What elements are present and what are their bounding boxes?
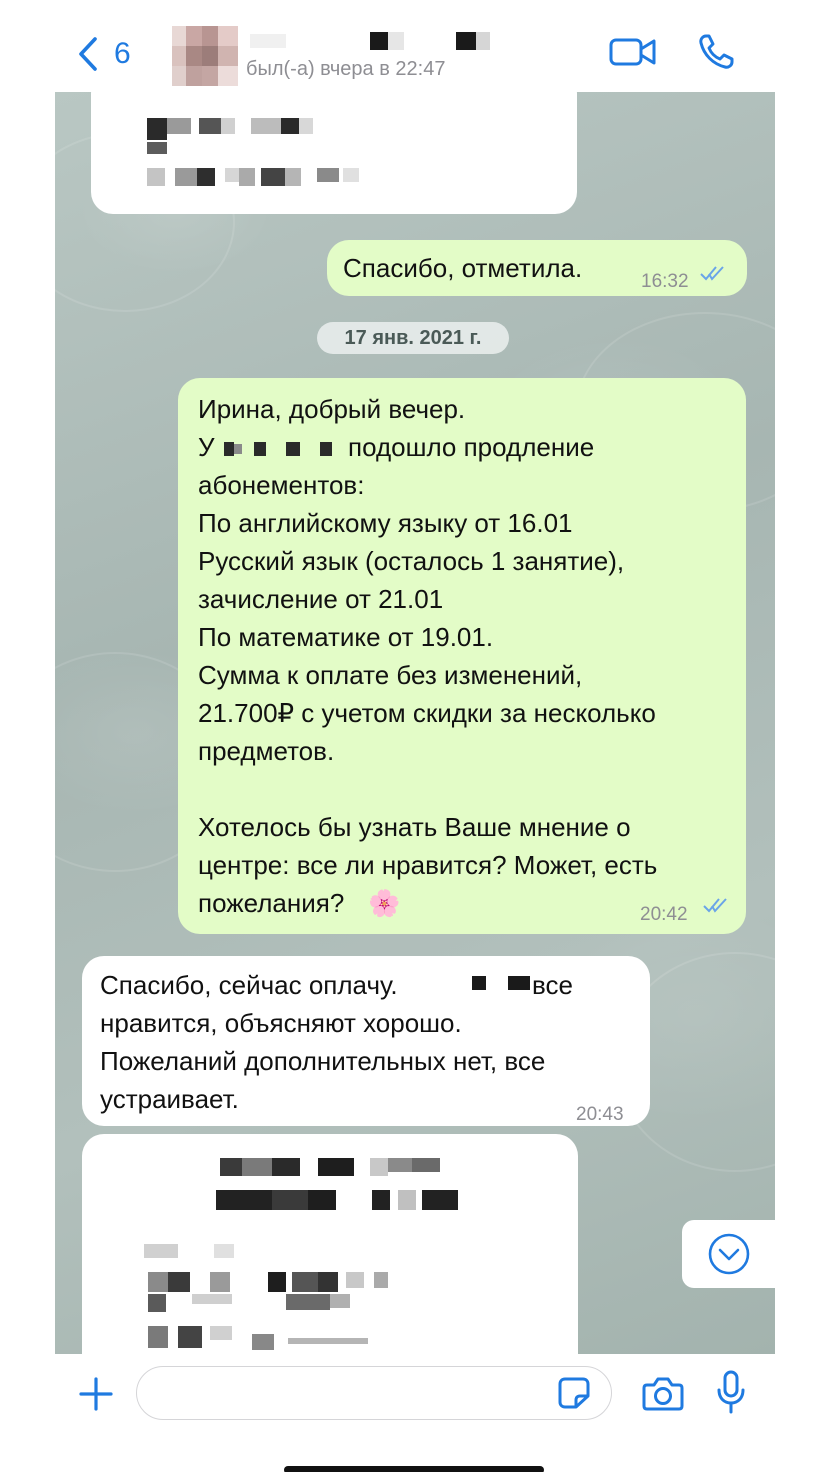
message-text-line: абонементов: bbox=[198, 470, 365, 500]
chat-header: 6 был(-а) вчера в 22:47 bbox=[0, 0, 828, 92]
message-text-line: пожелания? bbox=[198, 888, 345, 918]
message-text-line: нравится, объясняют хорошо. bbox=[100, 1008, 462, 1038]
message-text-line: По английскому языку от 16.01 bbox=[198, 508, 573, 538]
message-text-line: Пожеланий дополнительных нет, все bbox=[100, 1046, 546, 1076]
redacted-name bbox=[224, 442, 234, 456]
message-text: Спасибо, отметила. bbox=[343, 253, 583, 283]
redacted-name bbox=[472, 976, 486, 990]
read-checkmarks-icon bbox=[700, 266, 724, 281]
unread-count: 6 bbox=[114, 37, 131, 70]
message-bubble-incoming[interactable]: 16:32 bbox=[91, 92, 577, 214]
contact-name-redacted[interactable] bbox=[250, 28, 500, 54]
message-bubble-incoming[interactable] bbox=[82, 1134, 578, 1354]
chevron-left-icon bbox=[79, 37, 97, 71]
avatar[interactable] bbox=[172, 26, 238, 86]
home-indicator bbox=[284, 1466, 544, 1472]
message-time: 20:42 bbox=[640, 904, 688, 925]
chevron-down-circle-icon bbox=[708, 1233, 749, 1275]
message-text-line: устраивает. bbox=[100, 1084, 239, 1114]
message-text-line: У bbox=[198, 432, 215, 462]
plus-icon[interactable] bbox=[78, 1376, 114, 1412]
message-input[interactable] bbox=[136, 1366, 612, 1420]
message-text-line: Спасибо, сейчас оплачу. bbox=[100, 970, 398, 1000]
back-button[interactable]: 6 bbox=[76, 34, 131, 74]
message-time: 16:32 bbox=[519, 188, 567, 209]
message-text-line: подошло продление bbox=[348, 432, 595, 462]
flower-emoji: 🌸 bbox=[368, 888, 401, 918]
chat-area[interactable]: 16:32 Спасибо, отметила. 16:32 17 янв. 2… bbox=[55, 92, 775, 1354]
read-checkmarks-icon bbox=[703, 898, 727, 913]
video-camera-icon[interactable] bbox=[608, 34, 658, 70]
message-text-line: Русский язык (осталось 1 занятие), bbox=[198, 546, 625, 576]
message-time: 20:43 bbox=[576, 1104, 624, 1125]
date-separator: 17 янв. 2021 г. bbox=[317, 322, 509, 354]
last-seen-status: был(-а) вчера в 22:47 bbox=[246, 58, 446, 80]
scroll-to-bottom-button[interactable] bbox=[682, 1220, 775, 1288]
message-text-line: предметов. bbox=[198, 736, 335, 766]
message-text-line: Хотелось бы узнать Ваше мнение о bbox=[198, 812, 631, 842]
camera-icon[interactable] bbox=[642, 1374, 684, 1412]
message-text-line: Сумма к оплате без изменений, bbox=[198, 660, 583, 690]
message-text-line: центре: все ли нравится? Может, есть bbox=[198, 850, 658, 880]
message-bubble-outgoing[interactable]: Ирина, добрый вечер. У подошло продление… bbox=[178, 378, 746, 934]
message-text-line: зачисление от 21.01 bbox=[198, 584, 444, 614]
message-bubble-outgoing[interactable]: Спасибо, отметила. 16:32 bbox=[327, 240, 747, 296]
message-text-line: Ирина, добрый вечер. bbox=[198, 394, 466, 424]
message-time: 16:32 bbox=[641, 271, 689, 292]
message-text-line: 21.700₽ с учетом скидки за несколько bbox=[198, 698, 656, 728]
message-bubble-incoming[interactable]: Спасибо, сейчас оплачу. все нравится, об… bbox=[82, 956, 650, 1126]
message-text-line: По математике от 19.01. bbox=[198, 622, 494, 652]
microphone-icon[interactable] bbox=[716, 1370, 746, 1414]
message-text-line: все bbox=[532, 970, 573, 1000]
sticker-icon[interactable] bbox=[556, 1376, 592, 1410]
phone-icon[interactable] bbox=[696, 32, 736, 72]
